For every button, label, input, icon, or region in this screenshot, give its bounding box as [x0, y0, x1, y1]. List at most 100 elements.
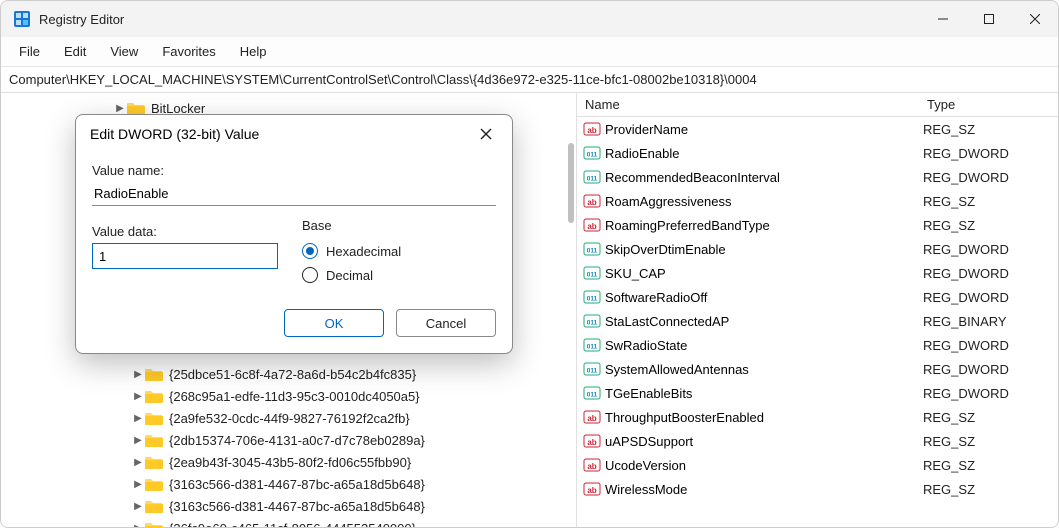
tree-item-label: {36fc9e60-c465-11cf-8056-444553540000} [169, 521, 416, 528]
value-row[interactable]: abUcodeVersionREG_SZ [577, 453, 1058, 477]
svg-text:ab: ab [587, 126, 596, 135]
svg-text:ab: ab [587, 438, 596, 447]
radio-decimal[interactable]: Decimal [302, 263, 496, 287]
value-row[interactable]: 011SKU_CAPREG_DWORD [577, 261, 1058, 285]
value-row[interactable]: abRoamingPreferredBandTypeREG_SZ [577, 213, 1058, 237]
chevron-right-icon: ▶ [131, 391, 145, 402]
string-icon: ab [581, 408, 603, 426]
value-name: SwRadioState [605, 338, 923, 353]
binary-icon: 011 [581, 240, 603, 258]
value-name: RadioEnable [605, 146, 923, 161]
radio-dec-label: Decimal [326, 268, 373, 283]
value-type: REG_DWORD [923, 338, 1058, 353]
app-icon [13, 10, 31, 28]
value-row[interactable]: 011 SkipOverDtimEnableREG_DWORD [577, 237, 1058, 261]
minimize-button[interactable] [920, 1, 966, 37]
tree-item[interactable]: ▶ {25dbce51-6c8f-4a72-8a6d-b54c2b4fc835} [1, 363, 576, 385]
binary-icon: 011 [581, 168, 603, 186]
value-name: RoamingPreferredBandType [605, 218, 923, 233]
value-type: REG_SZ [923, 122, 1058, 137]
value-name-field[interactable] [92, 182, 496, 206]
value-row[interactable]: abThroughputBoosterEnabledREG_SZ [577, 405, 1058, 429]
menu-view[interactable]: View [100, 40, 148, 63]
tree-item-label: {2a9fe532-0cdc-44f9-9827-76192f2ca2fb} [169, 411, 410, 426]
folder-icon [145, 521, 163, 527]
radio-icon [302, 267, 318, 283]
window-title: Registry Editor [39, 12, 124, 27]
ok-button[interactable]: OK [284, 309, 384, 337]
value-type: REG_SZ [923, 218, 1058, 233]
tree-item-label: {268c95a1-edfe-11d3-95c3-0010dc4050a5} [169, 389, 420, 404]
tree-item-label: {3163c566-d381-4467-87bc-a65a18d5b648} [169, 477, 425, 492]
folder-icon [145, 367, 163, 381]
value-data-field[interactable] [92, 243, 278, 269]
tree-item[interactable]: ▶{2db15374-706e-4131-a0c7-d7c78eb0289a} [1, 429, 576, 451]
value-name: RecommendedBeaconInterval [605, 170, 923, 185]
tree-item[interactable]: ▶ {36fc9e60-c465-11cf-8056-444553540000} [1, 517, 576, 527]
value-name: SoftwareRadioOff [605, 290, 923, 305]
value-row[interactable]: 011SoftwareRadioOffREG_DWORD [577, 285, 1058, 309]
value-name: ProviderName [605, 122, 923, 137]
tree-item[interactable]: ▶ {3163c566-d381-4467-87bc-a65a18d5b648} [1, 473, 576, 495]
value-row[interactable]: 011RecommendedBeaconIntervalREG_DWORD [577, 165, 1058, 189]
binary-icon: 011 [581, 384, 603, 402]
value-row[interactable]: ab ProviderNameREG_SZ [577, 117, 1058, 141]
value-row[interactable]: 011RadioEnableREG_DWORD [577, 141, 1058, 165]
svg-text:011: 011 [587, 248, 598, 255]
chevron-right-icon: ▶ [131, 523, 145, 528]
binary-icon: 011 [581, 360, 603, 378]
chevron-right-icon: ▶ [131, 457, 145, 468]
value-row[interactable]: abuAPSDSupportREG_SZ [577, 429, 1058, 453]
folder-icon [127, 101, 145, 115]
dialog-close-button[interactable] [470, 118, 502, 150]
maximize-button[interactable] [966, 1, 1012, 37]
binary-icon: 011 [581, 288, 603, 306]
value-type: REG_DWORD [923, 266, 1058, 281]
value-name: uAPSDSupport [605, 434, 923, 449]
value-row[interactable]: 011SwRadioStateREG_DWORD [577, 333, 1058, 357]
value-row[interactable]: 011StaLastConnectedAPREG_BINARY [577, 309, 1058, 333]
tree-item[interactable]: ▶ {268c95a1-edfe-11d3-95c3-0010dc4050a5} [1, 385, 576, 407]
value-type: REG_SZ [923, 410, 1058, 425]
value-type: REG_BINARY [923, 314, 1058, 329]
tree-item[interactable]: ▶ {2a9fe532-0cdc-44f9-9827-76192f2ca2fb} [1, 407, 576, 429]
value-type: REG_DWORD [923, 170, 1058, 185]
menu-favorites[interactable]: Favorites [152, 40, 225, 63]
chevron-right-icon: ▶ [131, 413, 145, 424]
edit-dword-dialog: Edit DWORD (32-bit) Value Value name: Va… [75, 114, 513, 354]
value-type: REG_SZ [923, 482, 1058, 497]
chevron-right-icon: ▶ [131, 479, 145, 490]
tree-item[interactable]: ▶{2ea9b43f-3045-43b5-80f2-fd06c55fbb90} [1, 451, 576, 473]
menubar: File Edit View Favorites Help [1, 37, 1058, 67]
address-bar[interactable]: Computer\HKEY_LOCAL_MACHINE\SYSTEM\Curre… [1, 67, 1058, 93]
value-type: REG_DWORD [923, 242, 1058, 257]
chevron-right-icon: ▶ [131, 369, 145, 380]
radio-hexadecimal[interactable]: Hexadecimal [302, 239, 496, 263]
value-name: SkipOverDtimEnable [605, 242, 923, 257]
close-button[interactable] [1012, 1, 1058, 37]
tree-item-label: {25dbce51-6c8f-4a72-8a6d-b54c2b4fc835} [169, 367, 416, 382]
value-row[interactable]: 011SystemAllowedAntennasREG_DWORD [577, 357, 1058, 381]
folder-icon [145, 411, 163, 425]
cancel-button[interactable]: Cancel [396, 309, 496, 337]
base-group-label: Base [302, 218, 496, 233]
value-row[interactable]: abRoamAggressivenessREG_SZ [577, 189, 1058, 213]
tree-item[interactable]: ▶{3163c566-d381-4467-87bc-a65a18d5b648} [1, 495, 576, 517]
value-name: SystemAllowedAntennas [605, 362, 923, 377]
menu-help[interactable]: Help [230, 40, 277, 63]
column-name[interactable]: Name [577, 97, 923, 112]
value-type: REG_DWORD [923, 362, 1058, 377]
menu-edit[interactable]: Edit [54, 40, 96, 63]
string-icon: ab [581, 432, 603, 450]
value-row[interactable]: abWirelessModeREG_SZ [577, 477, 1058, 501]
binary-icon: 011 [581, 312, 603, 330]
value-name: UcodeVersion [605, 458, 923, 473]
column-type[interactable]: Type [923, 97, 1058, 112]
binary-icon: 011 [581, 264, 603, 282]
menu-file[interactable]: File [9, 40, 50, 63]
folder-icon [145, 433, 163, 447]
value-row[interactable]: 011TGeEnableBitsREG_DWORD [577, 381, 1058, 405]
tree-scrollbar[interactable] [568, 143, 574, 223]
radio-hex-label: Hexadecimal [326, 244, 401, 259]
svg-text:ab: ab [587, 462, 596, 471]
